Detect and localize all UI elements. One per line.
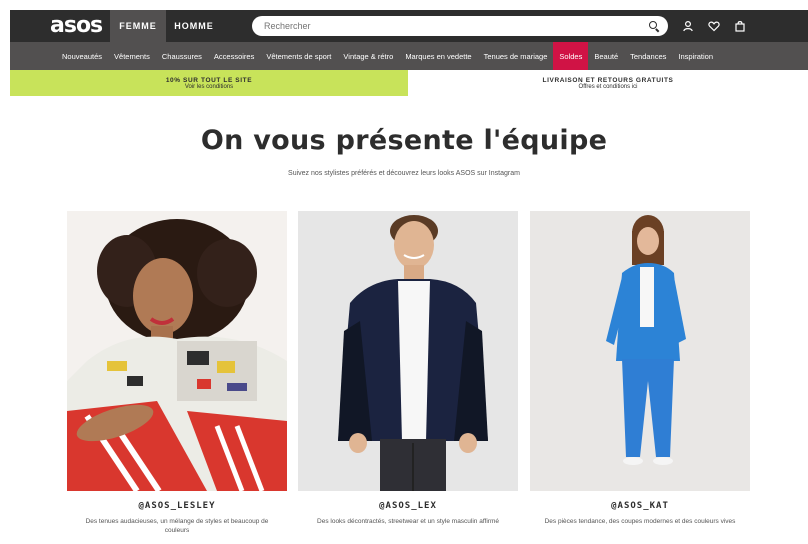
account-icon[interactable]: [682, 20, 694, 32]
nav-item-soldes[interactable]: Soldes: [553, 42, 589, 70]
team-name-lex[interactable]: @ASOS_LEX: [298, 501, 518, 511]
promo-discount-sub: Voir les conditions: [184, 83, 234, 90]
promo-delivery-sub: Offres et conditions ici: [578, 83, 638, 90]
team-card-kat[interactable]: @ASOS_KAT Des pièces tendance, des coupe…: [530, 211, 750, 526]
team-name-lesley[interactable]: @ASOS_LESLEY: [67, 501, 287, 511]
team-desc-kat: Des pièces tendance, des coupes modernes…: [544, 518, 736, 525]
tab-homme[interactable]: HOMME: [166, 10, 222, 42]
page-title: On vous présente l'équipe: [200, 125, 608, 156]
team-photo-lesley[interactable]: [67, 211, 287, 491]
nav-item-marques[interactable]: Marques en vedette: [399, 42, 477, 70]
bag-icon[interactable]: [734, 20, 746, 32]
team-desc-lesley: Des tenues audacieuses, un mélange de st…: [85, 518, 269, 534]
promo-discount-title: 10% SUR TOUT LE SITE: [165, 76, 253, 84]
category-nav: Nouveautés Vêtements Chaussures Accessoi…: [10, 42, 808, 70]
team-photo-lex[interactable]: [298, 211, 518, 491]
team-name-kat[interactable]: @ASOS_KAT: [530, 501, 750, 511]
search-input[interactable]: [264, 21, 648, 31]
top-bar: asos FEMME HOMME: [10, 10, 808, 42]
promo-discount[interactable]: 10% SUR TOUT LE SITE Voir les conditions: [10, 70, 408, 96]
search-icon[interactable]: [648, 20, 660, 32]
nav-item-chaussures[interactable]: Chaussures: [156, 42, 208, 70]
promo-delivery-title: LIVRAISON ET RETOURS GRATUITS: [542, 76, 674, 84]
asos-logo[interactable]: asos: [10, 10, 110, 42]
page-subtitle: Suivez nos stylistes préférés et découvr…: [288, 170, 520, 177]
wishlist-icon[interactable]: [708, 20, 720, 32]
search-bar: [252, 16, 668, 36]
nav-item-sport[interactable]: Vêtements de sport: [260, 42, 337, 70]
nav-item-tendances[interactable]: Tendances: [624, 42, 672, 70]
nav-item-vetements[interactable]: Vêtements: [108, 42, 156, 70]
promo-delivery[interactable]: LIVRAISON ET RETOURS GRATUITS Offres et …: [408, 70, 808, 96]
promo-strip: 10% SUR TOUT LE SITE Voir les conditions…: [10, 70, 808, 96]
tab-femme[interactable]: FEMME: [110, 10, 166, 42]
team-desc-lex: Des looks décontractés, streetwear et un…: [317, 518, 499, 525]
nav-item-nouveautes[interactable]: Nouveautés: [56, 42, 108, 70]
team-card-lesley[interactable]: @ASOS_LESLEY Des tenues audacieuses, un …: [67, 211, 287, 535]
nav-item-accessoires[interactable]: Accessoires: [208, 42, 260, 70]
nav-item-mariage[interactable]: Tenues de mariage: [478, 42, 554, 70]
team-photo-kat[interactable]: [530, 211, 750, 491]
nav-item-beaute[interactable]: Beauté: [588, 42, 624, 70]
nav-item-vintage[interactable]: Vintage & rétro: [337, 42, 399, 70]
nav-item-inspiration[interactable]: Inspiration: [672, 42, 719, 70]
team-card-lex[interactable]: @ASOS_LEX Des looks décontractés, street…: [298, 211, 518, 526]
